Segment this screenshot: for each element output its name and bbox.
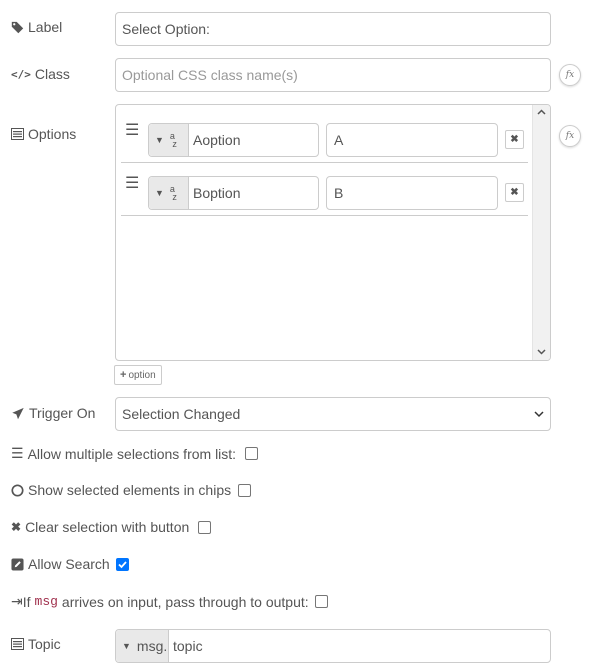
multiple-label-text: Allow multiple selections from list: [27,445,237,462]
chips-label-text: Show selected elements in chips [28,482,232,498]
string-type-icon: a z [169,131,177,149]
remove-option-button[interactable]: ✖ [505,183,524,202]
caret-down-icon: ▼ [155,188,164,198]
add-option-button[interactable]: + option [114,365,162,385]
topic-value: topic [173,638,203,654]
string-type-icon: a z [169,184,177,202]
label-input-value: Select Option: [122,21,210,37]
drag-handle-icon[interactable]: ☰ [125,120,139,140]
search-checkbox[interactable] [116,558,129,571]
close-icon: ✖ [11,520,22,534]
multiple-field-label: ☰ Allow multiple selections from list: [11,445,236,462]
option-value-input[interactable]: A [326,123,498,157]
trigger-select-value: Selection Changed [122,406,241,422]
code-icon: </> [11,67,31,81]
topic-typed-input[interactable]: ▼ msg. topic [115,629,551,663]
label-field-label: Label [11,19,62,35]
circle-icon [11,483,24,497]
multiple-checkbox[interactable] [245,447,258,460]
plus-icon: + [120,369,127,381]
option-row: ☰ ▼ a z Aoption A ✖ [121,110,528,163]
topic-type-label: msg. [136,638,168,654]
close-icon: ✖ [510,187,519,198]
class-field-label: </> Class [11,66,70,82]
label-label-text: Label [28,19,63,35]
clear-label-text: Clear selection with button [25,519,190,535]
option-label-value: Aoption [193,132,241,148]
add-option-label: option [128,369,156,381]
class-label-text: Class [34,66,70,82]
clear-field-label: ✖ Clear selection with button [11,519,189,535]
trigger-select[interactable]: Selection Changed [115,397,551,431]
edit-icon [11,557,24,571]
sign-in-icon: ⇥ [11,593,23,609]
trigger-label-text: Trigger On [29,405,96,421]
options-list[interactable]: ☰ ▼ a z Aoption A ✖ ☰ ▼ a z Boption B ✖ [115,104,551,361]
drag-handle-icon[interactable]: ☰ [125,173,139,193]
clear-checkbox[interactable] [198,521,211,534]
paper-plane-icon [12,407,24,419]
passthru-checkbox[interactable] [315,595,328,608]
class-input-placeholder: Optional CSS class name(s) [122,67,298,83]
list-icon: ☰ [11,445,24,461]
option-row: ☰ ▼ a z Boption B ✖ [121,163,528,216]
class-input[interactable]: Optional CSS class name(s) [115,58,551,92]
check-icon [118,561,127,569]
option-label-value: Boption [193,185,241,201]
passthru-suffix: arrives on input, pass through to output… [61,593,309,610]
options-field-label: Options [11,126,76,142]
class-fx-button[interactable]: fx [559,64,581,86]
trigger-field-label: Trigger On [11,405,95,421]
fx-icon: fx [565,131,575,141]
close-icon: ✖ [510,134,519,145]
chevron-down-icon [534,410,544,417]
scroll-down-icon[interactable] [537,349,546,355]
options-scrollbar[interactable] [532,105,550,360]
remove-option-button[interactable]: ✖ [505,130,524,149]
option-label-typed-input[interactable]: ▼ a z Aoption [148,123,319,157]
tasks-icon [11,638,24,650]
option-value-input[interactable]: B [326,176,498,210]
option-label-typed-input[interactable]: ▼ a z Boption [148,176,319,210]
topic-field-label: Topic [11,636,61,652]
search-field-label: Allow Search [11,556,110,572]
fx-icon: fx [565,70,575,80]
search-label-text: Allow Search [28,556,110,572]
chips-field-label: Show selected elements in chips [11,482,231,498]
list-alt-icon [11,128,24,140]
type-select-button[interactable]: ▼ a z [149,177,189,209]
passthru-field-label: ⇥ If msg arrives on input, pass through … [11,593,309,610]
topic-type-button[interactable]: ▼ msg. [116,630,169,662]
caret-down-icon: ▼ [155,135,164,145]
label-input[interactable]: Select Option: [115,12,551,46]
chips-checkbox[interactable] [238,484,251,497]
caret-down-icon: ▼ [122,641,131,651]
passthru-code: msg [34,594,58,609]
scroll-up-icon[interactable] [537,109,546,115]
options-label-text: Options [28,126,77,142]
type-select-button[interactable]: ▼ a z [149,124,189,156]
topic-label-text: Topic [28,636,61,652]
tag-icon [11,21,24,33]
options-fx-button[interactable]: fx [559,125,581,147]
passthru-prefix: If [22,593,31,610]
